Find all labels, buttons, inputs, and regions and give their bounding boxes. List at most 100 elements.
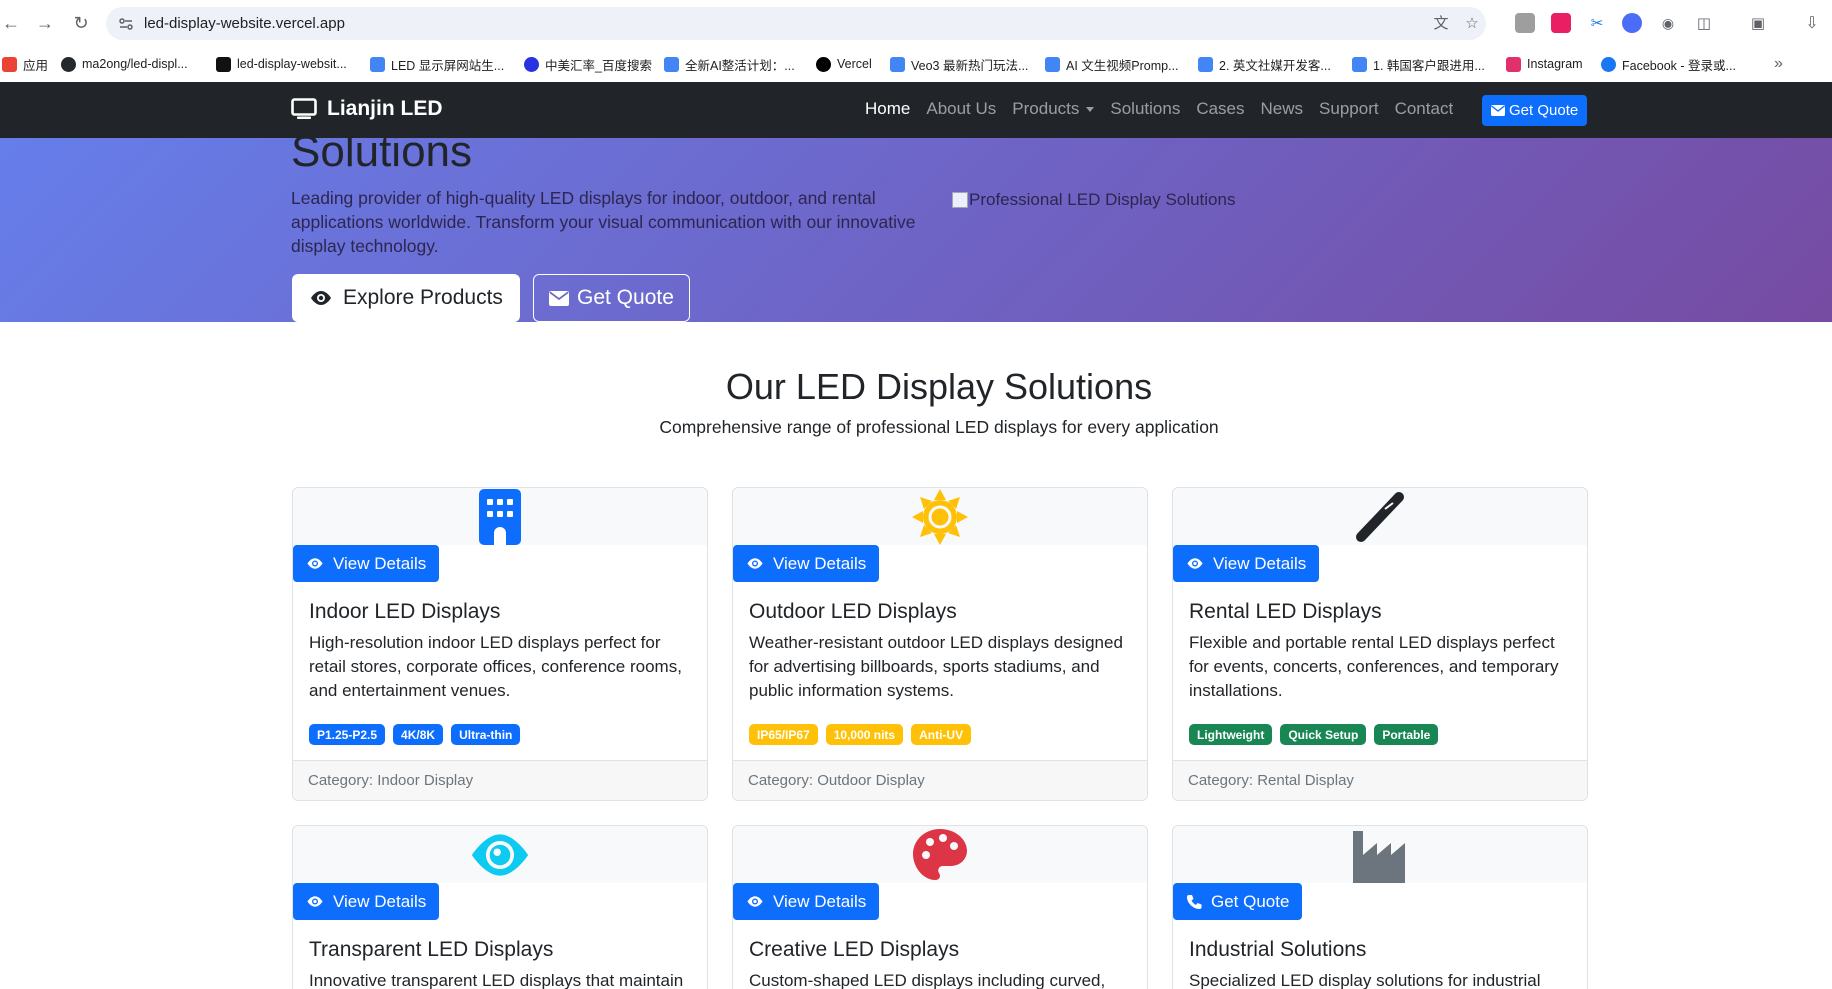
card-title: Transparent LED Displays [309, 938, 554, 961]
bookmark-item[interactable]: Vercel [816, 54, 872, 74]
bookmark-label: led-display-websit... [237, 57, 347, 71]
bookmark-item[interactable]: 中美汇率_百度搜索 [524, 54, 652, 74]
card-text: Specialized LED display solutions for in… [1189, 971, 1541, 989]
doc-icon [890, 56, 905, 72]
eye-icon [307, 896, 323, 907]
eye-icon [311, 291, 331, 305]
spec-badge: Lightweight [1189, 724, 1273, 745]
extension-icon[interactable] [1515, 13, 1535, 33]
button-label: Get Quote [1211, 891, 1290, 911]
nav-get-quote-label: Get Quote [1509, 102, 1579, 119]
button-label: View Details [333, 553, 427, 573]
bookmark-item[interactable]: 应用 [2, 54, 48, 74]
button-label: View Details [1213, 553, 1307, 573]
bookmark-item[interactable]: AI 文生视频Promp... [1045, 54, 1179, 74]
bookmark-item[interactable]: Instagram [1506, 54, 1583, 74]
bookmark-item[interactable]: Facebook - 登录或... [1601, 54, 1736, 74]
baidu-icon [524, 56, 539, 72]
bookmark-label: 全新AI整活计划：... [685, 58, 795, 73]
extension-icon[interactable] [1551, 13, 1571, 33]
translate-icon[interactable]: 文 [1431, 14, 1451, 34]
nav-support[interactable]: Support [1319, 99, 1379, 119]
puzzle-icon[interactable]: ◫ [1694, 13, 1714, 33]
hero-title: Solutions [291, 138, 473, 176]
view-details-button[interactable]: View Details [733, 545, 880, 582]
forward-icon[interactable]: → [34, 12, 56, 34]
bookmark-label: 2. 英文社媒开发客... [1219, 58, 1331, 73]
hero-image-broken: Professional LED Display Solutions [952, 190, 1235, 210]
card-footer: Category: Rental Display [1173, 760, 1587, 800]
bookmark-item[interactable]: ma2ong/led-displ... [61, 54, 188, 74]
button-label: View Details [333, 891, 427, 911]
hero-get-quote-button[interactable]: Get Quote [533, 274, 690, 322]
bookmark-label: Vercel [837, 57, 872, 71]
spec-badge: Quick Setup [1280, 724, 1367, 745]
bookmark-label: ma2ong/led-displ... [82, 57, 188, 71]
more-bookmarks-button[interactable]: » [1774, 54, 1783, 74]
eye-icon [470, 826, 530, 883]
view-details-button[interactable]: View Details [733, 883, 880, 920]
nav-news[interactable]: News [1261, 99, 1304, 119]
palette-icon [910, 826, 970, 883]
reload-icon[interactable]: ↻ [70, 12, 92, 34]
card-text: Innovative transparent LED displays that… [309, 971, 684, 989]
bookmark-item[interactable]: 2. 英文社媒开发客... [1198, 54, 1331, 74]
view-details-button[interactable]: View Details [1173, 545, 1320, 582]
product-card-outdoor: View Details Outdoor LED Displays Weathe… [732, 487, 1148, 801]
download-icon[interactable]: ⇩ [1802, 13, 1822, 33]
badge-group: IP65/IP67 10,000 nits Anti-UV [749, 724, 979, 745]
bookmark-star-icon[interactable]: ☆ [1462, 14, 1482, 34]
bookmark-label: LED 显示屏网站生... [391, 58, 505, 73]
card-title: Industrial Solutions [1189, 938, 1367, 961]
caret-down-icon [1086, 106, 1095, 112]
bookmark-item[interactable]: 1. 韩国客户跟进用... [1352, 54, 1485, 74]
spec-badge: IP65/IP67 [749, 724, 818, 745]
card-title: Rental LED Displays [1189, 600, 1382, 623]
card-text: Weather-resistant outdoor LED displays d… [749, 633, 1123, 700]
button-label: View Details [773, 891, 867, 911]
facebook-icon [1601, 56, 1616, 72]
nav-contact[interactable]: Contact [1395, 99, 1454, 119]
get-quote-button[interactable]: Get Quote [1173, 883, 1303, 920]
eye-icon [747, 896, 763, 907]
bookmark-label: AI 文生视频Promp... [1066, 58, 1179, 73]
bookmark-item[interactable]: 全新AI整活计划：... [664, 54, 795, 74]
apps-icon [2, 56, 17, 72]
explore-products-button[interactable]: Explore Products [292, 274, 520, 322]
camera-icon[interactable]: ◉ [1658, 13, 1678, 33]
spec-badge: P1.25-P2.5 [309, 724, 386, 745]
tool-icon [1350, 488, 1410, 545]
url-text[interactable]: led-display-website.vercel.app [144, 15, 345, 32]
view-details-button[interactable]: View Details [293, 545, 440, 582]
back-icon[interactable]: ← [0, 12, 22, 34]
section-title: Our LED Display Solutions [725, 366, 1153, 407]
bookmark-item[interactable]: Veo3 最新热门玩法... [890, 54, 1028, 74]
bookmark-item[interactable]: LED 显示屏网站生... [370, 54, 504, 74]
nav-get-quote-button[interactable]: Get Quote [1482, 95, 1588, 126]
github-icon [61, 56, 76, 72]
card-text: Flexible and portable rental LED display… [1189, 633, 1559, 700]
doc-icon [664, 56, 679, 72]
brand[interactable]: Lianjin LED [291, 97, 443, 121]
tab-search-icon[interactable]: ▣ [1748, 13, 1768, 33]
bookmarks-bar: 应用 ma2ong/led-displ... led-display-websi… [0, 46, 1832, 82]
spec-badge: 4K/8K [393, 724, 444, 745]
nav-cases[interactable]: Cases [1196, 99, 1244, 119]
bookmark-label: 中美汇率_百度搜索 [545, 58, 652, 73]
scissors-icon[interactable]: ✂ [1587, 13, 1607, 33]
spec-badge: Portable [1374, 724, 1439, 745]
nav-about[interactable]: About Us [926, 99, 996, 119]
bookmark-item[interactable]: led-display-websit... [216, 54, 347, 74]
extension-icon[interactable] [1622, 13, 1642, 33]
nav-home[interactable]: Home [865, 99, 910, 119]
nav-solutions[interactable]: Solutions [1110, 99, 1180, 119]
brand-name: Lianjin LED [327, 97, 443, 120]
view-details-button[interactable]: View Details [293, 883, 440, 920]
card-title: Indoor LED Displays [309, 600, 501, 623]
nav-products[interactable]: Products [1012, 99, 1095, 119]
explore-products-label: Explore Products [343, 286, 503, 309]
badge-group: Lightweight Quick Setup Portable [1189, 724, 1446, 745]
address-bar[interactable]: led-display-website.vercel.app 文 ☆ [106, 7, 1486, 40]
phone-icon [1187, 894, 1202, 909]
site-info-icon[interactable] [118, 16, 134, 32]
